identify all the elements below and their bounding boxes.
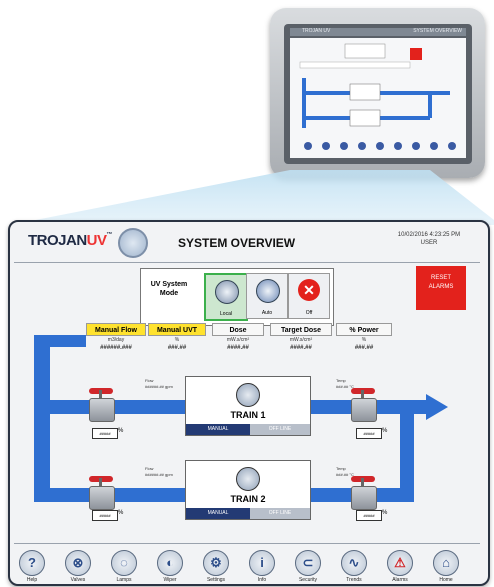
trends-icon: ∿ (341, 550, 367, 576)
footer-info-label: Info (257, 577, 267, 583)
train2-panel[interactable]: TRAIN 2 MANUAL OFF LINE (185, 460, 311, 520)
page-title: SYSTEM OVERVIEW (178, 236, 296, 250)
train1-inlet-valve-icon[interactable] (86, 388, 116, 422)
footer-security-button[interactable]: ⊂ Security (286, 550, 330, 583)
dose-value: ####.## (227, 345, 249, 351)
train2-inlet-pct: ##### (92, 510, 118, 521)
wiper-icon: ◐ (157, 550, 183, 576)
flow-value: ######.### (100, 345, 132, 351)
footer-divider (14, 543, 480, 544)
mode-local-label: Local (220, 311, 232, 317)
mode-auto-label: Auto (261, 310, 273, 316)
date-time: 10/02/2016 4:23:25 PM (397, 232, 461, 238)
inlet-header-pipe (34, 335, 50, 500)
footer-trends-label: Trends (346, 577, 362, 583)
device-title-right: SYSTEM OVERVIEW (413, 28, 462, 34)
target-dose-unit: mW.s/cm² (289, 337, 313, 343)
user-name: USER (420, 240, 438, 246)
power-unit: % (361, 337, 367, 343)
train2-inlet-valve-icon[interactable] (86, 476, 116, 510)
train1-inlet-pct-symbol: % (118, 428, 124, 434)
footer-valves-label: Valves (70, 577, 86, 583)
footer-wiper-button[interactable]: ◐ Wiper (148, 550, 192, 583)
reset-alarms-button[interactable]: RESET ALARMS (416, 266, 466, 310)
brand-logo: TROJANUV™ (28, 232, 113, 249)
device-title-left: TROJAN UV (302, 28, 331, 34)
datetime-display: 10/02/2016 4:23:25 PM USER (374, 231, 484, 247)
train1-offline-button[interactable]: OFF LINE (250, 424, 310, 435)
device-screen (290, 38, 466, 158)
inlet-top-pipe (34, 335, 86, 347)
train1-panel[interactable]: TRAIN 1 MANUAL OFF LINE (185, 376, 311, 436)
footer-settings-button[interactable]: ⚙ Settings (194, 550, 238, 583)
manual-uvt-header[interactable]: Manual UVT (148, 323, 206, 336)
footer-security-label: Security (298, 577, 318, 583)
train2-flow-value: ######.## gpm (145, 472, 173, 477)
header-divider (14, 262, 480, 263)
train2-outlet-pct-symbol: % (382, 510, 388, 516)
mode-off-button[interactable]: ✕ Off (288, 273, 330, 319)
power-header: % Power (336, 323, 392, 336)
uvt-unit: % (174, 337, 180, 343)
security-icon: ⊂ (295, 550, 321, 576)
local-icon (215, 280, 239, 304)
footer-settings-label: Settings (206, 577, 226, 583)
mode-off-label: Off (305, 310, 313, 316)
off-x-icon: ✕ (298, 279, 320, 301)
footer-wiper-label: Wiper (163, 577, 177, 583)
footer-home-button[interactable]: ⌂ Home (424, 550, 468, 583)
system-mode-label: UV System Mode (150, 281, 188, 297)
home-icon: ⌂ (433, 550, 459, 576)
footer-help-label: Help (26, 577, 38, 583)
uv-logo-icon (118, 228, 148, 258)
footer-alarms-label: Alarms (392, 577, 408, 583)
train1-outlet-pct: ##### (356, 428, 382, 439)
footer-alarms-button[interactable]: ⚠ Alarms (378, 550, 422, 583)
footer-help-button[interactable]: ? Help (10, 550, 54, 583)
train2-outlet-valve-icon[interactable] (348, 476, 378, 510)
footer-valves-button[interactable]: ⊗ Valves (56, 550, 100, 583)
train1-name: TRAIN 1 (230, 410, 266, 420)
power-value: ###.## (354, 345, 374, 351)
train2-offline-button[interactable]: OFF LINE (250, 508, 310, 519)
uvt-value: ###.## (167, 345, 187, 351)
train2-name: TRAIN 2 (230, 494, 266, 504)
train1-flow-value: ######.## gpm (145, 384, 173, 389)
auto-icon (256, 279, 280, 303)
alarms-icon: ⚠ (387, 550, 413, 576)
manual-flow-header[interactable]: Manual Flow (86, 323, 146, 336)
train1-outlet-valve-icon[interactable] (348, 388, 378, 422)
mode-local-button[interactable]: Local (204, 273, 248, 321)
flow-unit: m3/day (107, 337, 125, 343)
footer-lamps-label: Lamps (116, 577, 132, 583)
dose-unit: mW.s/cm² (226, 337, 250, 343)
valve-icon: ⊗ (65, 550, 91, 576)
outlet-header-pipe (400, 400, 414, 502)
flow-arrow-icon (426, 394, 448, 420)
footer-info-button[interactable]: i Info (240, 550, 284, 583)
mode-auto-button[interactable]: Auto (246, 273, 288, 319)
target-dose-header: Target Dose (270, 323, 332, 336)
train1-outlet-pct-symbol: % (382, 428, 388, 434)
train2-reactor-icon (236, 467, 260, 491)
train2-outlet-pct: ##### (356, 510, 382, 521)
train1-reactor-icon (236, 383, 260, 407)
target-dose-value: ####.## (290, 345, 312, 351)
train1-inlet-pct: ##### (92, 428, 118, 439)
footer-lamps-button[interactable]: ◌ Lamps (102, 550, 146, 583)
footer-home-label: Home (439, 577, 453, 583)
help-icon: ? (19, 550, 45, 576)
footer-trends-button[interactable]: ∿ Trends (332, 550, 376, 583)
dose-header: Dose (212, 323, 264, 336)
lamps-icon: ◌ (111, 550, 137, 576)
settings-icon: ⚙ (203, 550, 229, 576)
train2-manual-button[interactable]: MANUAL (186, 508, 250, 519)
train2-inlet-pct-symbol: % (118, 510, 124, 516)
train1-manual-button[interactable]: MANUAL (186, 424, 250, 435)
info-icon: i (249, 550, 275, 576)
